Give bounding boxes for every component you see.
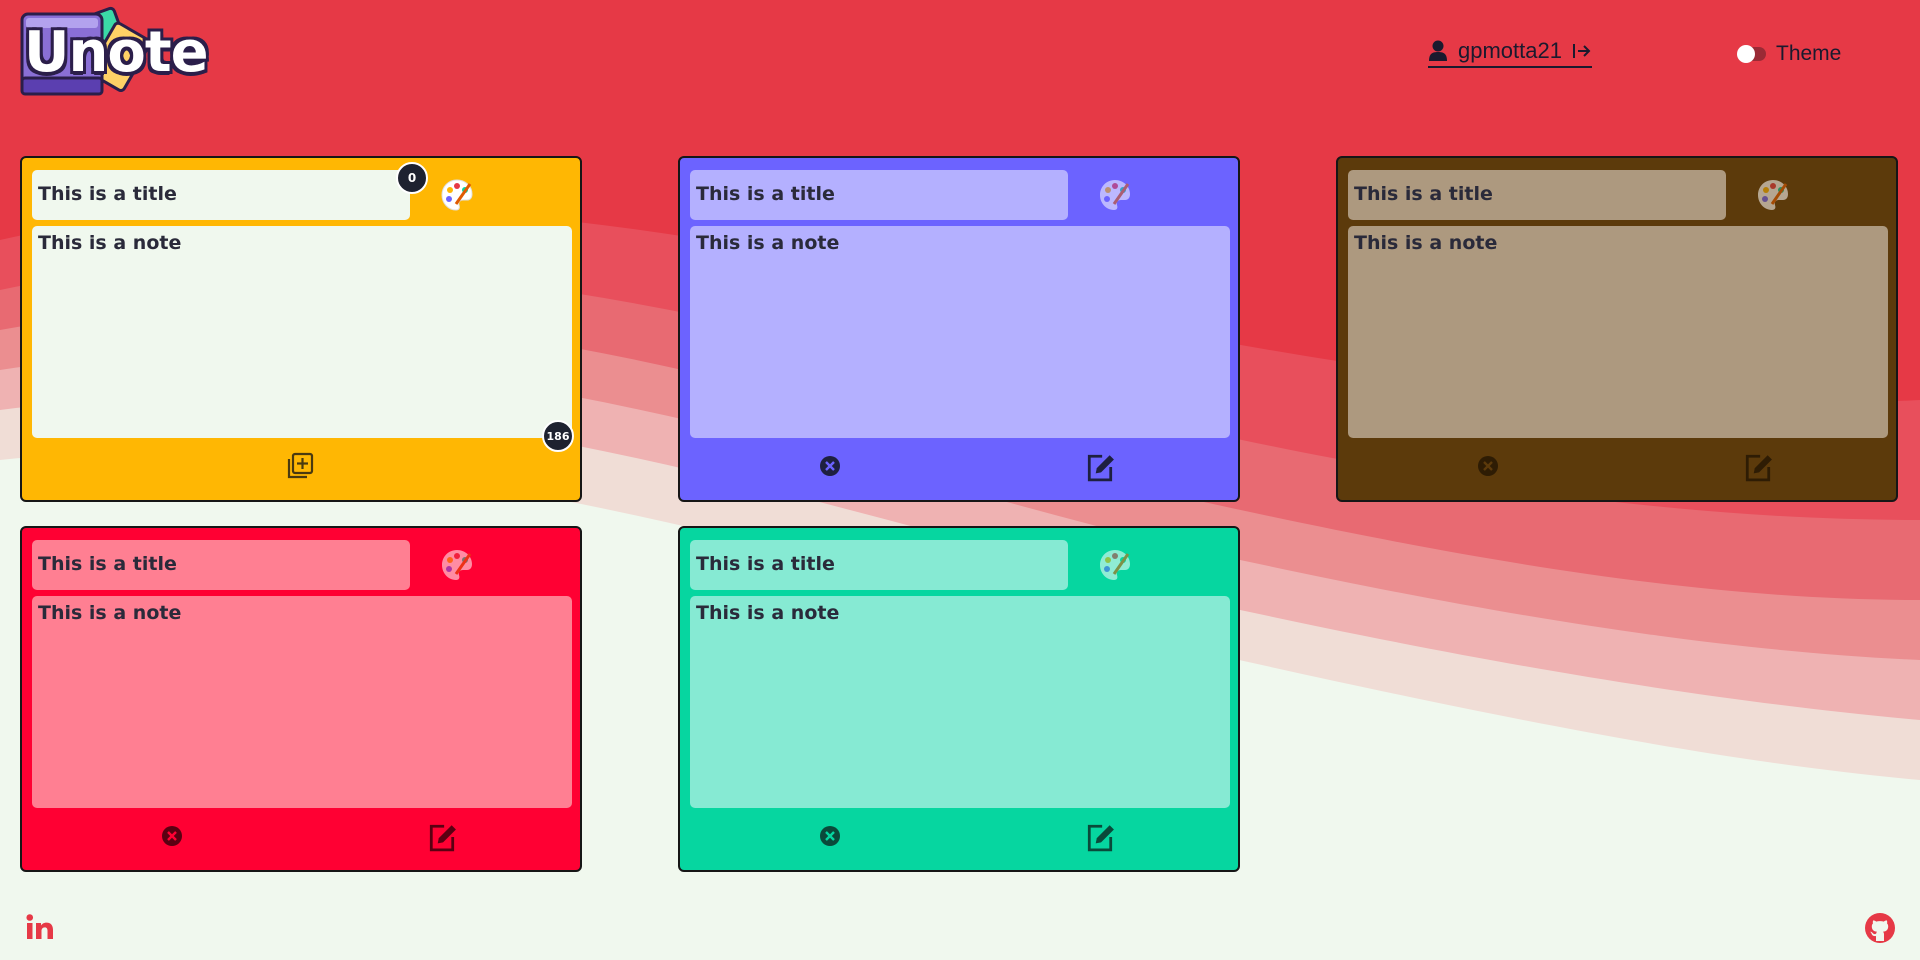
note-body[interactable]: This is a note (690, 596, 1230, 808)
new-note-title-input[interactable]: This is a title (32, 170, 410, 220)
user-account-link[interactable]: gpmotta21 (1428, 38, 1592, 68)
theme-toggle[interactable]: Theme (1737, 42, 1842, 66)
note-title[interactable]: This is a title (32, 540, 410, 590)
delete-icon[interactable] (816, 452, 844, 480)
new-note-card: This is a title 0 This is a note 186 (20, 156, 582, 502)
new-note-body-text: This is a note (38, 232, 182, 254)
palette-icon[interactable] (1756, 178, 1790, 212)
user-icon (1429, 40, 1447, 61)
note-title[interactable]: This is a title (1348, 170, 1726, 220)
note-card: This is a title This is a note (20, 526, 582, 872)
note-card: This is a title This is a note (678, 156, 1240, 502)
note-body[interactable]: This is a note (1348, 226, 1888, 438)
edit-icon[interactable] (426, 822, 458, 852)
github-icon[interactable] (1864, 912, 1896, 944)
edit-icon[interactable] (1084, 822, 1116, 852)
note-card: This is a title This is a note (1336, 156, 1898, 502)
palette-icon[interactable] (440, 178, 474, 212)
palette-icon[interactable] (1098, 548, 1132, 582)
note-title[interactable]: This is a title (690, 170, 1068, 220)
username-label: gpmotta21 (1458, 38, 1562, 63)
note-body[interactable]: This is a note (32, 596, 572, 808)
linkedin-icon[interactable] (24, 912, 56, 944)
app-logo[interactable]: Unote (20, 6, 209, 98)
theme-switch[interactable] (1737, 45, 1766, 63)
edit-icon[interactable] (1742, 452, 1774, 482)
note-title[interactable]: This is a title (690, 540, 1068, 590)
delete-icon[interactable] (816, 822, 844, 850)
palette-icon[interactable] (1098, 178, 1132, 212)
delete-icon[interactable] (1474, 452, 1502, 480)
theme-label: Theme (1776, 42, 1842, 65)
note-body[interactable]: This is a note (690, 226, 1230, 438)
edit-icon[interactable] (1084, 452, 1116, 482)
logo-wordmark: Unote (24, 20, 209, 85)
app-root: Unote gpmotta21 Theme This is a title 0 (0, 0, 1920, 960)
theme-switch-knob (1737, 45, 1755, 63)
add-note-icon[interactable] (286, 452, 314, 480)
delete-icon[interactable] (158, 822, 186, 850)
logout-icon[interactable] (1572, 42, 1592, 60)
note-card: This is a title This is a note (678, 526, 1240, 872)
title-char-count-badge: 0 (396, 162, 428, 194)
palette-icon[interactable] (440, 548, 474, 582)
note-char-count-badge: 186 (542, 420, 574, 452)
new-note-body-input[interactable]: This is a note (32, 226, 572, 438)
